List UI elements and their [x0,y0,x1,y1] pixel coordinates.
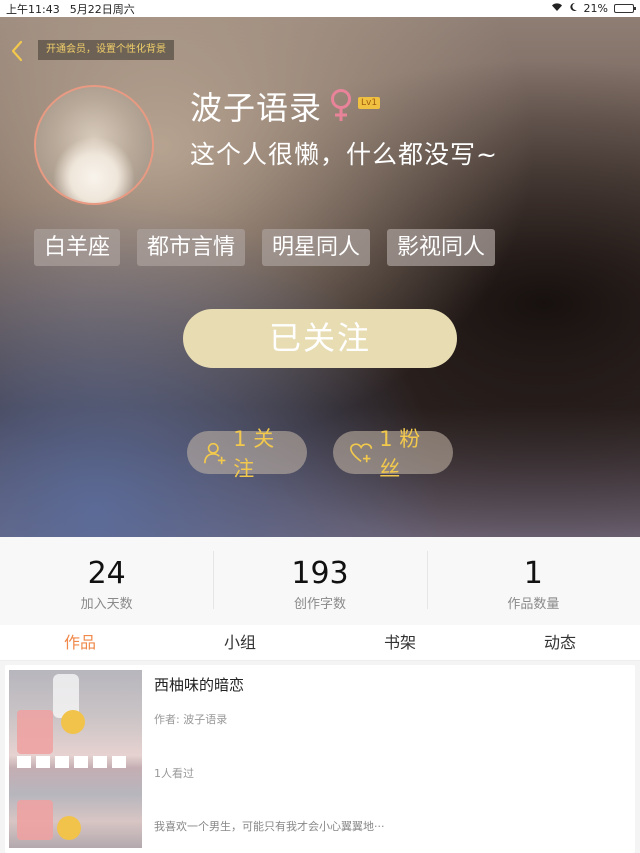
stat-label: 加入天数 [80,597,133,612]
stat-join-days: 24 加入天数 [0,537,213,625]
book-author: 作者: 波子语录 [154,713,228,726]
fans-count-button[interactable]: 1 粉丝 [333,427,453,481]
following-label: 1 关注 [233,426,275,481]
following-count-button[interactable]: 1 关注 [187,427,307,481]
tab-works[interactable]: 作品 [0,625,160,660]
battery-percent: 21% [583,2,608,15]
tag-item[interactable]: 都市言情 [137,229,246,266]
book-description: 我喜欢一个男生，可能只有我才会小心翼翼地··· [154,820,385,833]
tab-bookshelf[interactable]: 书架 [320,625,480,660]
profile-header: 开通会员，设置个性化背景 波子语录 Lv1 这个人很懒，什么都没写~ 白羊座 都… [0,17,640,537]
tab-activity[interactable]: 动态 [480,625,640,660]
stat-value: 193 [291,556,349,591]
book-title[interactable]: 西柚味的暗恋 [154,674,244,695]
tab-bar: 作品 小组 书架 动态 [0,625,640,661]
tag-item[interactable]: 白羊座 [34,229,121,266]
stat-label: 作品数量 [507,597,560,612]
tag-item[interactable]: 明星同人 [262,229,371,266]
fans-label: 1 粉丝 [379,426,421,481]
cover-grapefruit [61,710,85,734]
follow-button[interactable]: 已关注 [183,309,457,368]
status-bar: 上午11:43 5月22日周六 21% [0,0,640,17]
cover-drink [17,800,53,840]
level-badge: Lv1 [358,97,381,109]
stat-value: 24 [87,556,126,591]
chevron-left-icon [11,40,23,62]
stat-word-count: 193 创作字数 [213,537,426,625]
stat-value: 1 [523,556,543,591]
stat-label: 创作字数 [293,597,346,612]
username: 波子语录 [190,89,323,127]
status-date: 5月22日周六 [69,2,135,16]
signature: 这个人很懒，什么都没写~ [190,140,498,169]
moon-icon [569,2,578,15]
member-background-tip[interactable]: 开通会员，设置个性化背景 [38,40,174,60]
stats-bar: 24 加入天数 193 创作字数 1 作品数量 [0,537,640,625]
tag-list: 白羊座 都市言情 明星同人 影视同人 [34,229,496,266]
tab-groups[interactable]: 小组 [160,625,320,660]
cover-grapefruit [57,816,81,840]
back-button[interactable] [8,39,26,63]
add-user-icon [204,442,226,464]
battery-icon [614,4,636,13]
wifi-icon [551,2,563,15]
female-icon [331,89,352,121]
book-cover[interactable] [9,670,142,848]
stat-works-count: 1 作品数量 [426,537,640,625]
cover-title-band [17,756,137,768]
cover-drink [17,710,53,754]
username-row: 波子语录 Lv1 [190,83,381,129]
book-card[interactable]: 西柚味的暗恋 作者: 波子语录 1人看过 我喜欢一个男生，可能只有我才会小心翼翼… [5,665,635,853]
tag-item[interactable]: 影视同人 [387,229,496,266]
status-time: 上午11:43 [6,2,60,16]
heart-plus-icon [350,442,373,462]
avatar[interactable] [34,85,154,205]
book-readers: 1人看过 [154,767,194,780]
